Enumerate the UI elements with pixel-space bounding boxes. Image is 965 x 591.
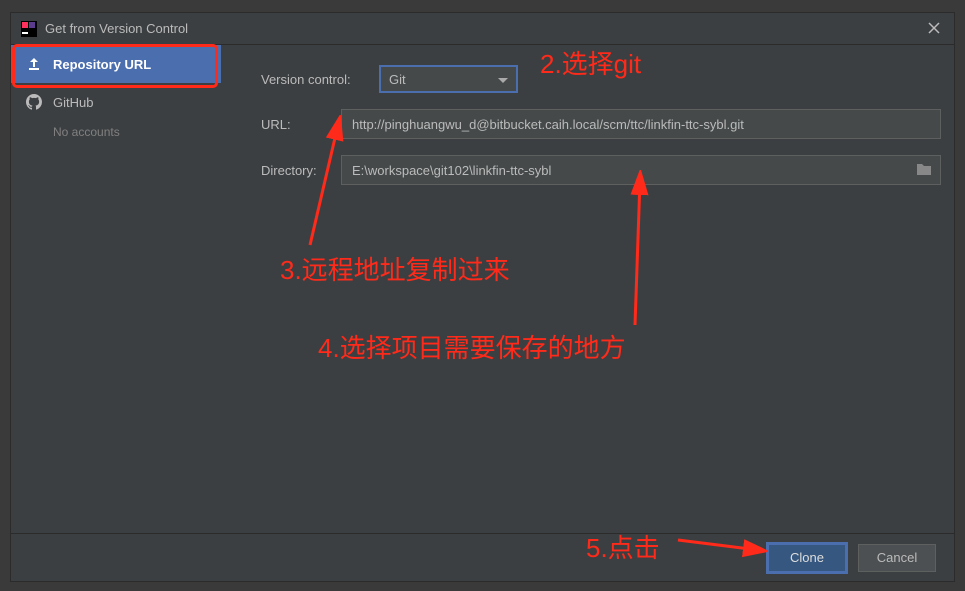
cancel-button[interactable]: Cancel [858, 544, 936, 572]
sidebar-item-github-sub: No accounts [11, 121, 221, 143]
sidebar-item-label: GitHub [53, 95, 93, 110]
sidebar-item-label: Repository URL [53, 57, 151, 72]
dialog-title: Get from Version Control [45, 21, 924, 36]
intellij-icon [21, 21, 37, 37]
button-bar: Clone Cancel [11, 533, 954, 581]
sidebar: Repository URL GitHub No accounts [11, 45, 221, 533]
url-value: http://pinghuangwu_d@bitbucket.caih.loca… [352, 117, 744, 132]
button-label: Clone [790, 550, 824, 565]
row-directory: Directory: E:\workspace\git102\linkfin-t… [261, 155, 944, 185]
sidebar-item-repository-url[interactable]: Repository URL [11, 45, 221, 83]
vcs-dialog: Get from Version Control Repository URL … [10, 12, 955, 582]
main-panel: Version control: Git URL: http://pinghua… [221, 45, 954, 533]
dialog-content: Repository URL GitHub No accounts Versio… [11, 45, 954, 533]
sidebar-item-github[interactable]: GitHub [11, 83, 221, 121]
titlebar: Get from Version Control [11, 13, 954, 45]
directory-value: E:\workspace\git102\linkfin-ttc-sybl [352, 163, 551, 178]
label-directory: Directory: [261, 163, 341, 178]
label-url: URL: [261, 117, 341, 132]
directory-input[interactable]: E:\workspace\git102\linkfin-ttc-sybl [341, 155, 941, 185]
close-icon[interactable] [924, 19, 944, 39]
row-version-control: Version control: Git [261, 65, 944, 93]
url-input[interactable]: http://pinghuangwu_d@bitbucket.caih.loca… [341, 109, 941, 139]
button-label: Cancel [877, 550, 917, 565]
version-control-select[interactable]: Git [379, 65, 518, 93]
github-icon [25, 93, 43, 111]
folder-icon[interactable] [916, 162, 932, 179]
select-value: Git [389, 72, 406, 87]
clone-button[interactable]: Clone [768, 544, 846, 572]
chevron-down-icon [498, 72, 508, 87]
label-version-control: Version control: [261, 72, 379, 87]
row-url: URL: http://pinghuangwu_d@bitbucket.caih… [261, 109, 944, 139]
upload-icon [25, 55, 43, 73]
